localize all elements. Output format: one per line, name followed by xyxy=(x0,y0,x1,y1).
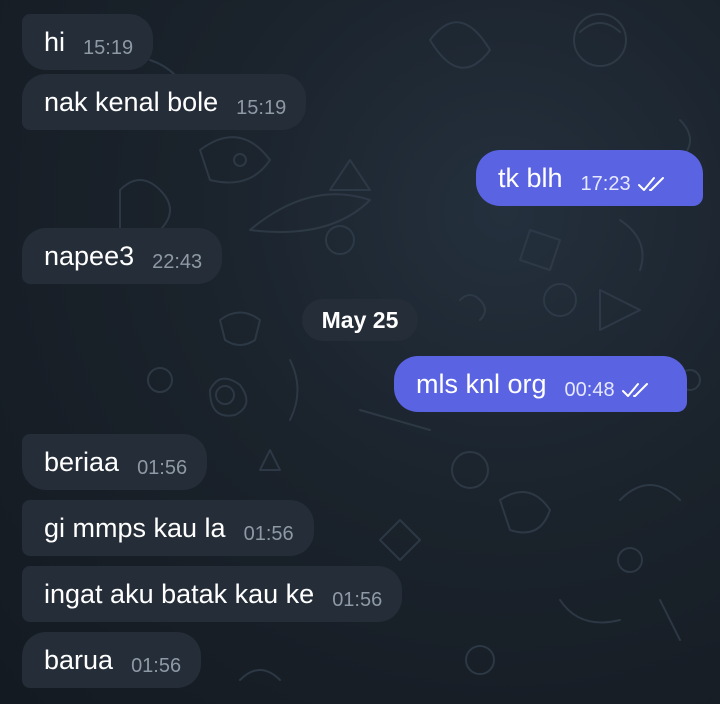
message-bubble-outgoing[interactable]: mls knl org 00:48 xyxy=(394,356,687,412)
message-text: napee3 xyxy=(44,241,135,271)
message-text: ingat aku batak kau ke xyxy=(44,579,315,609)
message-time: 00:48 xyxy=(564,378,615,401)
message-time: 01:56 xyxy=(137,456,188,479)
message-bubble-incoming[interactable]: gi mmps kau la 01:56 xyxy=(22,500,314,556)
message-time: 01:56 xyxy=(131,654,182,677)
message-text: hi xyxy=(44,27,66,57)
double-check-icon xyxy=(637,177,664,191)
message-bubble-outgoing[interactable]: tk blh 17:23 xyxy=(476,150,703,206)
message-bubble-incoming[interactable]: nak kenal bole 15:19 xyxy=(22,74,307,130)
message-time: 22:43 xyxy=(152,250,203,273)
message-bubble-incoming[interactable]: barua 01:56 xyxy=(22,632,202,688)
message-time: 17:23 xyxy=(580,172,631,195)
message-text: nak kenal bole xyxy=(44,87,219,117)
message-bubble-incoming[interactable]: napee3 22:43 xyxy=(22,228,223,284)
message-time: 01:56 xyxy=(243,522,294,545)
message-time: 15:19 xyxy=(83,36,134,59)
message-bubble-incoming[interactable]: hi 15:19 xyxy=(22,14,154,70)
message-bubble-incoming[interactable]: ingat aku batak kau ke 01:56 xyxy=(22,566,403,622)
message-time: 15:19 xyxy=(236,96,287,119)
message-text: mls knl org xyxy=(416,369,547,399)
message-bubble-incoming[interactable]: beriaa 01:56 xyxy=(22,434,208,490)
message-list[interactable]: hi 15:19 nak kenal bole 15:19 tk blh 17:… xyxy=(0,0,720,704)
message-text: gi mmps kau la xyxy=(44,513,226,543)
date-separator: May 25 xyxy=(302,299,418,341)
double-check-icon xyxy=(621,383,648,397)
message-text: beriaa xyxy=(44,447,120,477)
message-text: tk blh xyxy=(498,163,563,193)
message-time: 01:56 xyxy=(332,588,383,611)
message-text: barua xyxy=(44,645,114,675)
